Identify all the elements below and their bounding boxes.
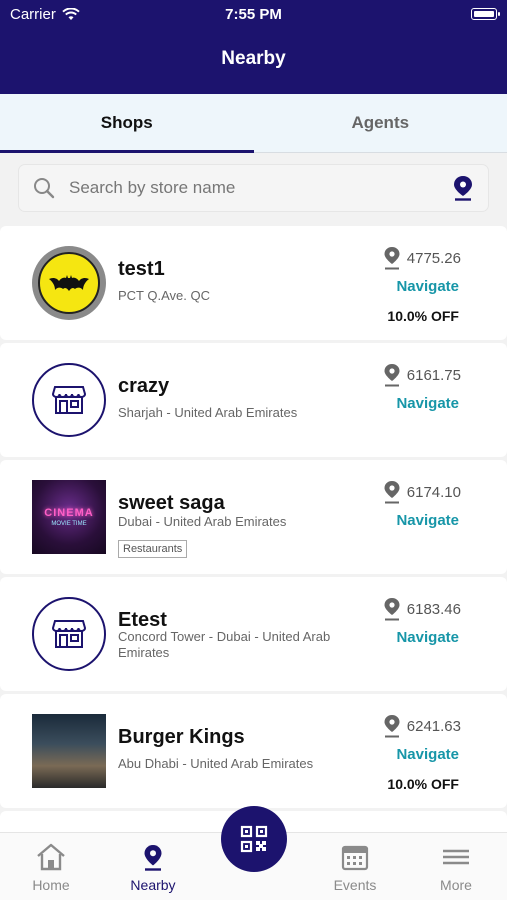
- shop-card[interactable]: crazy Sharjah - United Arab Emirates 616…: [0, 343, 507, 457]
- discount-badge: 10.0% OFF: [387, 308, 459, 324]
- distance-value: 6241.63: [406, 717, 461, 735]
- image-text: CINEMA: [44, 507, 94, 519]
- status-bar: Carrier 7:55 PM: [0, 0, 507, 30]
- distance-value: 6174.10: [406, 483, 461, 501]
- calendar-icon: [341, 845, 369, 871]
- shop-address: Concord Tower - Dubai - United Arab Emir…: [118, 629, 331, 660]
- home-icon: [37, 843, 65, 871]
- shop-name: crazy: [118, 375, 170, 397]
- distance-pin-icon: [384, 715, 400, 738]
- category-tag: Restaurants: [118, 540, 188, 558]
- shop-image-cinema: CINEMA MOVIE TIME: [32, 480, 106, 554]
- distance-pin-icon: [384, 481, 400, 504]
- nav-home-label: Home: [32, 877, 70, 893]
- shop-distance: 6241.63: [383, 714, 461, 738]
- nav-nearby-label: Nearby: [130, 877, 176, 893]
- shop-name: sweet saga: [118, 492, 225, 514]
- tab-shops[interactable]: Shops: [0, 94, 254, 153]
- distance-value: 6161.75: [406, 366, 461, 384]
- distance-pin-icon: [384, 598, 400, 621]
- status-time: 7:55 PM: [225, 6, 282, 23]
- shop-image-crowd: [32, 714, 106, 788]
- app-header: Carrier 7:55 PM Nearby: [0, 0, 507, 94]
- location-pin-icon: [144, 845, 162, 871]
- distance-value: 4775.26: [406, 249, 461, 267]
- nav-home[interactable]: Home: [6, 843, 96, 893]
- navigate-link[interactable]: Navigate: [396, 629, 459, 646]
- discount-badge: 10.0% OFF: [387, 776, 459, 792]
- nav-events[interactable]: Events: [310, 843, 400, 893]
- shop-distance: 6174.10: [383, 480, 461, 504]
- shop-address: Abu Dhabi - United Arab Emirates: [118, 756, 314, 771]
- shop-distance: 6183.46: [383, 597, 461, 621]
- store-icon: [32, 363, 106, 437]
- batman-icon: [49, 275, 89, 291]
- page-title: Nearby: [221, 48, 286, 69]
- tab-bar: Shops Agents: [0, 94, 507, 153]
- shop-name: Burger Kings: [118, 726, 245, 748]
- tab-agents[interactable]: Agents: [254, 94, 507, 152]
- menu-icon: [443, 849, 469, 865]
- shop-logo-batman: [32, 246, 106, 320]
- shop-address: Sharjah - United Arab Emirates: [118, 405, 298, 420]
- qr-code-icon: [240, 825, 268, 853]
- shop-card[interactable]: Burger Kings Abu Dhabi - United Arab Emi…: [0, 694, 507, 808]
- distance-pin-icon: [384, 247, 400, 270]
- search-bar: [18, 164, 489, 212]
- image-subtext: MOVIE TIME: [51, 521, 87, 527]
- battery-icon: [471, 8, 500, 20]
- shop-card[interactable]: test1 PCT Q.Ave. QC 4775.26 Navigate 10.…: [0, 226, 507, 340]
- shop-card[interactable]: CINEMA MOVIE TIME sweet saga Dubai - Uni…: [0, 460, 507, 574]
- location-pin-icon[interactable]: [438, 175, 488, 201]
- shop-name: test1: [118, 258, 165, 280]
- shop-distance: 4775.26: [383, 246, 461, 270]
- navigate-link[interactable]: Navigate: [396, 512, 459, 529]
- shop-address: PCT Q.Ave. QC: [118, 288, 210, 303]
- qr-scan-button[interactable]: [221, 806, 287, 872]
- shop-distance: 6161.75: [383, 363, 461, 387]
- shop-address: Dubai - United Arab Emirates: [118, 514, 287, 529]
- navigate-link[interactable]: Navigate: [396, 395, 459, 412]
- distance-pin-icon: [384, 364, 400, 387]
- nav-nearby[interactable]: Nearby: [108, 843, 198, 893]
- shop-card[interactable]: Etest Concord Tower - Dubai - United Ara…: [0, 577, 507, 691]
- nav-more-label: More: [440, 877, 472, 893]
- nav-events-label: Events: [333, 877, 377, 893]
- distance-value: 6183.46: [406, 600, 461, 618]
- store-icon: [32, 597, 106, 671]
- nav-more[interactable]: More: [411, 843, 501, 893]
- search-icon: [19, 176, 69, 200]
- navigate-link[interactable]: Navigate: [396, 278, 459, 295]
- navigate-link[interactable]: Navigate: [396, 746, 459, 763]
- search-input[interactable]: [69, 178, 438, 198]
